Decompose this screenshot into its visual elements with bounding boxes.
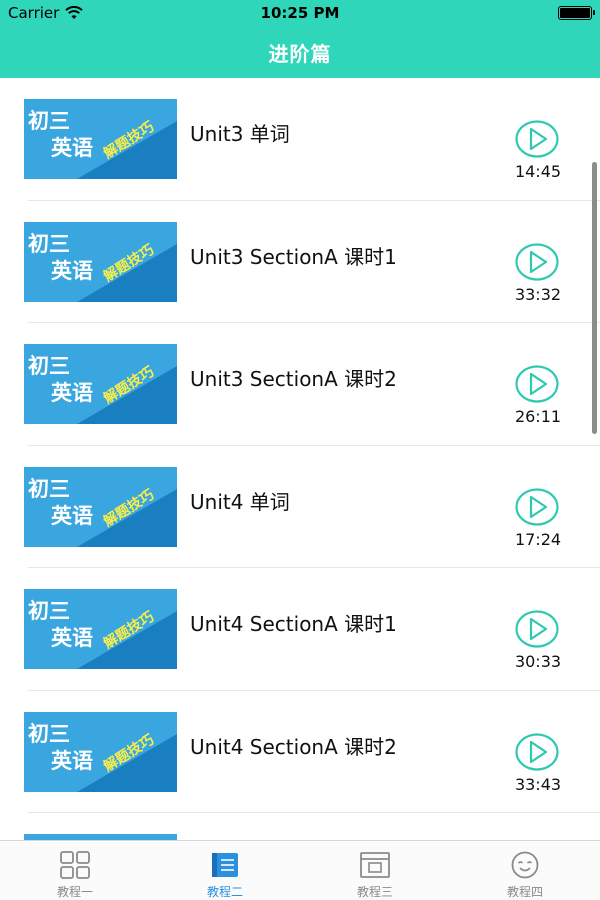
navigation-bar: 进阶篇 [0,26,600,78]
thumbnail-grade: 初三 [28,721,70,746]
lesson-thumbnail: 初三 英语 解题技巧 [24,466,177,547]
thumbnail-subject: 英语 [51,503,93,528]
page-title: 进阶篇 [268,41,332,66]
tab-course-1[interactable]: 教程一 [0,841,150,900]
lesson-duration: 33:43 [514,774,562,794]
list-item[interactable]: 初三 英语 解题技巧 Unit4 单词 17:24 [24,446,600,568]
lesson-list[interactable]: 初三 英语 解题技巧 Unit3 单词 14:45 初三 英语 解题技巧 Uni… [0,78,600,840]
thumbnail-subject: 英语 [51,136,93,160]
lesson-title: Unit3 单词 [190,122,290,146]
tab-label: 教程三 [356,885,393,899]
play-icon[interactable] [515,120,559,158]
play-icon[interactable] [515,365,559,403]
lesson-duration: 17:24 [514,529,562,549]
thumbnail-grade: 初三 [28,109,70,133]
smiley-icon [511,851,539,879]
thumbnail-grade: 初三 [28,599,70,623]
list-item[interactable]: 初三 英语 解题技巧 Unit4 SectionA 课时2 33:43 [24,691,600,813]
list-item[interactable]: 初三 英语 解题技巧 Unit4 SectionA 课时1 30:33 [24,568,600,691]
grid-icon [60,851,90,879]
tab-course-4[interactable]: 教程四 [450,841,600,900]
lesson-thumbnail: 初三 英语 解题技巧 [24,711,177,792]
list-item[interactable]: 初三 英语 解题技巧 [24,813,600,840]
thumbnail-subject: 英语 [51,626,93,650]
lesson-title: Unit4 SectionA 课时1 [190,612,397,636]
wifi-icon [65,6,84,19]
lesson-thumbnail: 初三 英语 解题技巧 [24,589,177,669]
thumbnail-subject: 英语 [51,381,93,405]
lesson-title: Unit4 SectionA 课时2 [190,734,397,759]
tab-course-2[interactable]: 教程二 [150,841,300,900]
play-icon[interactable] [515,242,559,281]
lesson-title: Unit3 SectionA 课时1 [190,244,397,269]
thumbnail-subject: 英语 [51,748,93,773]
window-icon [360,852,390,878]
thumbnail-grade: 初三 [28,354,70,378]
play-icon[interactable] [515,732,559,771]
list-item[interactable]: 初三 英语 解题技巧 Unit3 单词 14:45 [24,78,600,201]
lesson-duration: 26:11 [514,407,562,426]
play-icon[interactable] [515,610,559,648]
lesson-title: Unit3 SectionA 课时2 [190,367,397,391]
status-left: Carrier [8,4,84,22]
clock: 10:25 PM [260,4,340,22]
list-item[interactable]: 初三 英语 解题技巧 Unit3 SectionA 课时1 33:32 [24,201,600,323]
carrier-label: Carrier [8,4,60,22]
lesson-duration: 14:45 [514,162,562,181]
lesson-thumbnail: 初三 英语 解题技巧 [24,344,177,424]
list-item[interactable]: 初三 英语 解题技巧 Unit3 SectionA 课时2 26:11 [24,323,600,446]
tab-label: 教程一 [56,885,93,899]
lesson-duration: 30:33 [514,652,562,671]
thumbnail-grade: 初三 [28,476,70,501]
thumbnail-subject: 英语 [51,258,93,283]
lesson-duration: 33:32 [514,284,562,304]
tab-bar: 教程一 教程二 教程三 教程四 [0,840,600,900]
lesson-title: Unit4 单词 [190,489,290,514]
lesson-thumbnail: 初三 英语 解题技巧 [24,99,177,179]
lesson-thumbnail: 初三 英语 解题技巧 [24,221,177,302]
tab-course-3[interactable]: 教程三 [300,841,450,900]
book-icon [212,853,238,877]
scrollbar[interactable] [592,162,597,434]
status-bar: Carrier 10:25 PM [0,0,600,26]
thumbnail-grade: 初三 [28,231,70,256]
tab-label: 教程二 [206,885,243,899]
tab-label: 教程四 [506,885,543,899]
battery-icon [558,6,595,20]
play-icon[interactable] [515,487,559,526]
